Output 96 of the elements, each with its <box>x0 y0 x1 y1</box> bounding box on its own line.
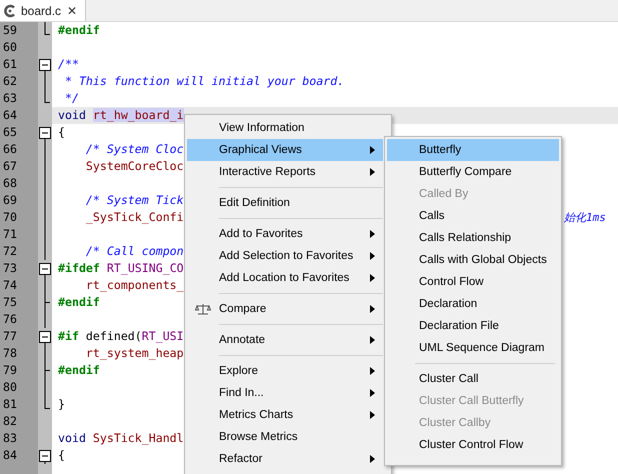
close-icon[interactable]: ✕ <box>67 4 78 18</box>
c-file-icon <box>3 4 17 18</box>
code-text: SystemCoreCloc <box>84 159 184 173</box>
code-text: * This function will initial your board. <box>64 74 344 88</box>
code-text: defined( <box>86 329 142 343</box>
line-number: 80 <box>2 379 18 396</box>
code-text: _SysTick_Confi <box>84 210 184 224</box>
code-text: */ <box>64 91 79 105</box>
code-text: } <box>58 397 65 411</box>
fold-end-line <box>44 22 50 35</box>
collapse-box-icon[interactable] <box>39 56 51 73</box>
menu-item[interactable]: Refactor <box>187 448 383 470</box>
line-number: 84 <box>2 447 18 464</box>
line-number: 68 <box>2 175 18 192</box>
scales-icon <box>195 303 211 315</box>
menu-item[interactable]: Add to Favorites <box>187 223 383 245</box>
highlighted-identifier: rt_hw_board_i <box>92 108 184 122</box>
line-number: 78 <box>2 345 18 362</box>
menu-item[interactable]: Interactive Reports <box>187 161 383 183</box>
code-text: /* Call compon <box>84 244 184 258</box>
collapse-box-icon[interactable] <box>39 260 51 277</box>
submenu-item[interactable]: Cluster Call <box>387 368 559 390</box>
menu-item[interactable]: Explore <box>187 360 383 382</box>
line-number: 82 <box>2 413 18 430</box>
line-number: 67 <box>2 158 18 175</box>
line-number: 72 <box>2 243 18 260</box>
menu-item[interactable]: Edit Definition <box>187 192 383 214</box>
line-number: 59 <box>2 22 18 39</box>
code-text: void <box>58 108 87 122</box>
submenu-item[interactable]: Calls with Global Objects <box>387 249 559 271</box>
line-number: 62 <box>2 73 18 90</box>
fold-guide-line <box>44 345 46 362</box>
code-text: #endif <box>58 363 100 377</box>
menu-item[interactable]: Graphical Views <box>187 139 383 161</box>
line-number: 73 <box>2 260 18 277</box>
line-number: 70 <box>2 209 18 226</box>
submenu-item[interactable]: Calls Relationship <box>387 227 559 249</box>
code-text: #if <box>58 329 80 343</box>
menu-item[interactable]: Metrics Charts <box>187 404 383 426</box>
submenu-item[interactable]: Butterfly <box>387 139 559 161</box>
line-number: 60 <box>2 39 18 56</box>
line-number: 77 <box>2 328 18 345</box>
submenu-item[interactable]: Butterfly Compare <box>387 161 559 183</box>
line-number: 65 <box>2 124 18 141</box>
line-number: 75 <box>2 294 18 311</box>
code-text: { <box>58 125 65 139</box>
collapse-box-icon[interactable] <box>39 328 51 345</box>
code-text: /** <box>58 57 79 71</box>
fold-branch-line <box>44 362 50 379</box>
line-number: 63 <box>2 90 18 107</box>
menu-item[interactable]: Add Location to Favorites <box>187 267 383 289</box>
code-text: SysTick_Handl <box>92 431 184 445</box>
line-number: 64 <box>2 107 18 124</box>
submenu-item[interactable]: UML Sequence Diagram <box>387 337 559 359</box>
line-number: 74 <box>2 277 18 294</box>
menu-item[interactable]: Annotate <box>187 329 383 351</box>
fold-end-line <box>44 396 50 409</box>
fold-end-line <box>44 90 50 103</box>
submenu-item[interactable]: Control Flow <box>387 271 559 293</box>
code-text: #endif <box>58 23 100 37</box>
code-text: #ifdef <box>58 261 101 275</box>
code-text: rt_components_ <box>84 278 184 292</box>
fold-guide-line <box>44 379 46 396</box>
menu-item[interactable]: View Information <box>187 117 383 139</box>
code-text: RT_USI <box>142 329 184 343</box>
menu-item[interactable]: Add Selection to Favorites <box>187 245 383 267</box>
line-number: 76 <box>2 311 18 328</box>
menu-item[interactable]: Compare <box>187 298 383 320</box>
code-text: /* System Tick <box>84 193 184 207</box>
line-number: 81 <box>2 396 18 413</box>
file-tab[interactable]: board.c ✕ <box>0 0 86 21</box>
fold-branch-line <box>44 294 50 311</box>
menu-item[interactable]: Find In... <box>187 382 383 404</box>
code-text: RT_USING_CO <box>106 261 184 275</box>
submenu-item[interactable]: Cluster Control Flow <box>387 434 559 456</box>
line-number: 71 <box>2 226 18 243</box>
menu-item[interactable]: Browse Metrics <box>187 426 383 448</box>
line-number: 83 <box>2 430 18 447</box>
code-comment: 始化1ms <box>564 210 606 226</box>
code-text: /* System Cloc <box>84 142 184 156</box>
submenu-item[interactable]: Calls <box>387 205 559 227</box>
line-number: 79 <box>2 362 18 379</box>
code-text: { <box>58 448 65 462</box>
fold-guide-line <box>44 73 46 90</box>
code-text: #endif <box>58 295 100 309</box>
fold-guide-line <box>44 311 46 328</box>
code-text: rt_system_heap <box>84 346 184 360</box>
submenu-item[interactable]: Declaration File <box>387 315 559 337</box>
line-number: 61 <box>2 56 18 73</box>
submenu-item[interactable]: Declaration <box>387 293 559 315</box>
line-number: 66 <box>2 141 18 158</box>
collapse-box-icon[interactable] <box>39 447 51 464</box>
code-text: void <box>58 431 87 445</box>
collapse-box-icon[interactable] <box>39 124 51 141</box>
fold-guide-line <box>44 277 46 294</box>
line-number: 69 <box>2 192 18 209</box>
